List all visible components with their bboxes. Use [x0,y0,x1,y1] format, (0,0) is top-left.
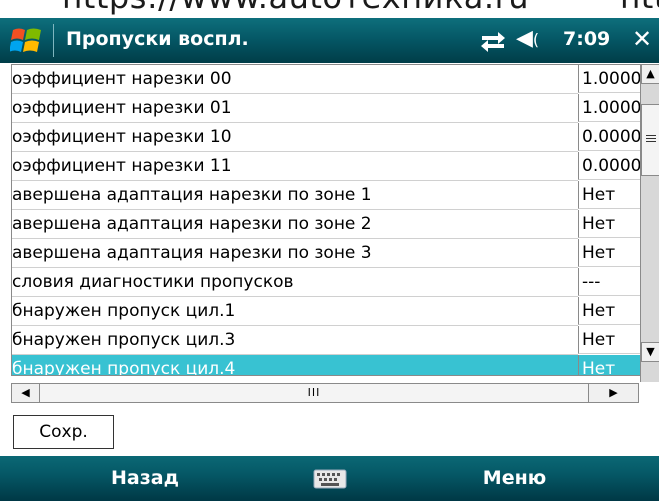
back-softkey[interactable]: Назад [0,456,290,501]
volume-icon[interactable]: ◀( [516,26,539,51]
start-menu-icon[interactable] [10,24,44,58]
table-row[interactable]: бнаружен пропуск цил.4 Нет [12,355,640,376]
parameter-name-cell: оэффициент нарезки 00 [12,65,578,94]
parameter-name-cell: оэффициент нарезки 10 [12,123,578,152]
parameter-value: 0.0000 [578,152,640,180]
parameter-value: Нет [578,355,640,375]
parameter-name: авершена адаптация нарезки по зоне 3 [12,243,372,263]
horizontal-scrollbar[interactable]: ◀ III ▶ [11,383,639,403]
parameter-name: оэффициент нарезки 00 [12,69,232,89]
scroll-up-button[interactable]: ▲ [641,64,659,84]
table-row[interactable]: оэффициент нарезки 00 1.0000 [12,65,640,94]
parameter-table[interactable]: оэффициент нарезки 00 1.0000 оэффициент на… [11,64,641,376]
watermark: https://www.autoтехника.ru htt [0,0,659,18]
parameter-value: 0.0000 [578,123,640,151]
parameter-value: Нет [578,181,640,209]
softkey-bar: Назад Меню [0,456,659,501]
parameter-value: Нет [578,239,640,267]
parameter-name-cell: бнаружен пропуск цил.3 [12,326,578,355]
horizontal-scroll-thumb[interactable]: III [40,384,589,402]
clock-time[interactable]: 7:09 [563,28,610,50]
table-row[interactable]: словия диагностики пропусков --- [12,268,640,297]
parameter-name: словия диагностики пропусков [12,272,294,292]
parameter-value: 1.0000 [578,65,640,93]
watermark-text: https://www.autoтехника.ru [62,0,529,16]
parameter-name: бнаружен пропуск цил.4 [12,359,236,376]
save-button[interactable]: Сохр. [13,415,114,449]
parameter-value: Нет [578,326,640,354]
parameter-name-cell: оэффициент нарезки 11 [12,152,578,181]
table-row[interactable]: авершена адаптация нарезки по зоне 3 Нет [12,239,640,268]
table-row[interactable]: оэффициент нарезки 01 1.0000 [12,94,640,123]
scroll-right-button[interactable]: ▶ [589,384,638,402]
grip-icon [646,135,656,136]
menu-softkey[interactable]: Меню [370,456,659,501]
parameter-name: авершена адаптация нарезки по зоне 2 [12,214,372,234]
table-row[interactable]: бнаружен пропуск цил.3 Нет [12,326,640,355]
parameter-name: бнаружен пропуск цил.3 [12,330,236,350]
parameter-name-cell: авершена адаптация нарезки по зоне 1 [12,181,578,210]
parameter-name-cell: бнаружен пропуск цил.4 [12,355,578,376]
title-divider [53,24,54,57]
table-row[interactable]: бнаружен пропуск цил.1 Нет [12,297,640,326]
keyboard-icon[interactable] [313,469,347,489]
parameter-name: оэффициент нарезки 01 [12,98,232,118]
watermark-tail: htt [620,0,659,16]
parameter-value: Нет [578,297,640,325]
scroll-left-button[interactable]: ◀ [12,384,40,402]
parameter-name: оэффициент нарезки 11 [12,156,232,176]
parameter-name: бнаружен пропуск цил.1 [12,301,236,321]
vertical-scroll-thumb[interactable] [641,104,659,176]
table-row[interactable]: оэффициент нарезки 11 0.0000 [12,152,640,181]
table-row[interactable]: авершена адаптация нарезки по зоне 2 Нет [12,210,640,239]
title-bar: Пропуски воспл. ◀( 7:09 ✕ [0,18,659,63]
table-row[interactable]: авершена адаптация нарезки по зоне 1 Нет [12,181,640,210]
connectivity-icon[interactable] [478,28,508,54]
parameter-name: авершена адаптация нарезки по зоне 1 [12,185,372,205]
parameter-name-cell: словия диагностики пропусков [12,268,578,297]
close-icon[interactable]: ✕ [632,25,652,53]
parameter-name-cell: бнаружен пропуск цил.1 [12,297,578,326]
parameter-name-cell: авершена адаптация нарезки по зоне 2 [12,210,578,239]
parameter-value: Нет [578,210,640,238]
parameter-name: оэффициент нарезки 10 [12,127,232,147]
vertical-scrollbar[interactable]: ▲ ▼ [640,64,659,382]
parameter-name-cell: авершена адаптация нарезки по зоне 3 [12,239,578,268]
table-row[interactable]: оэффициент нарезки 10 0.0000 [12,123,640,152]
parameter-value: 1.0000 [578,94,640,122]
parameter-name-cell: оэффициент нарезки 01 [12,94,578,123]
scroll-down-button[interactable]: ▼ [641,342,659,362]
page-title: Пропуски воспл. [66,28,249,50]
parameter-value: --- [578,268,640,296]
